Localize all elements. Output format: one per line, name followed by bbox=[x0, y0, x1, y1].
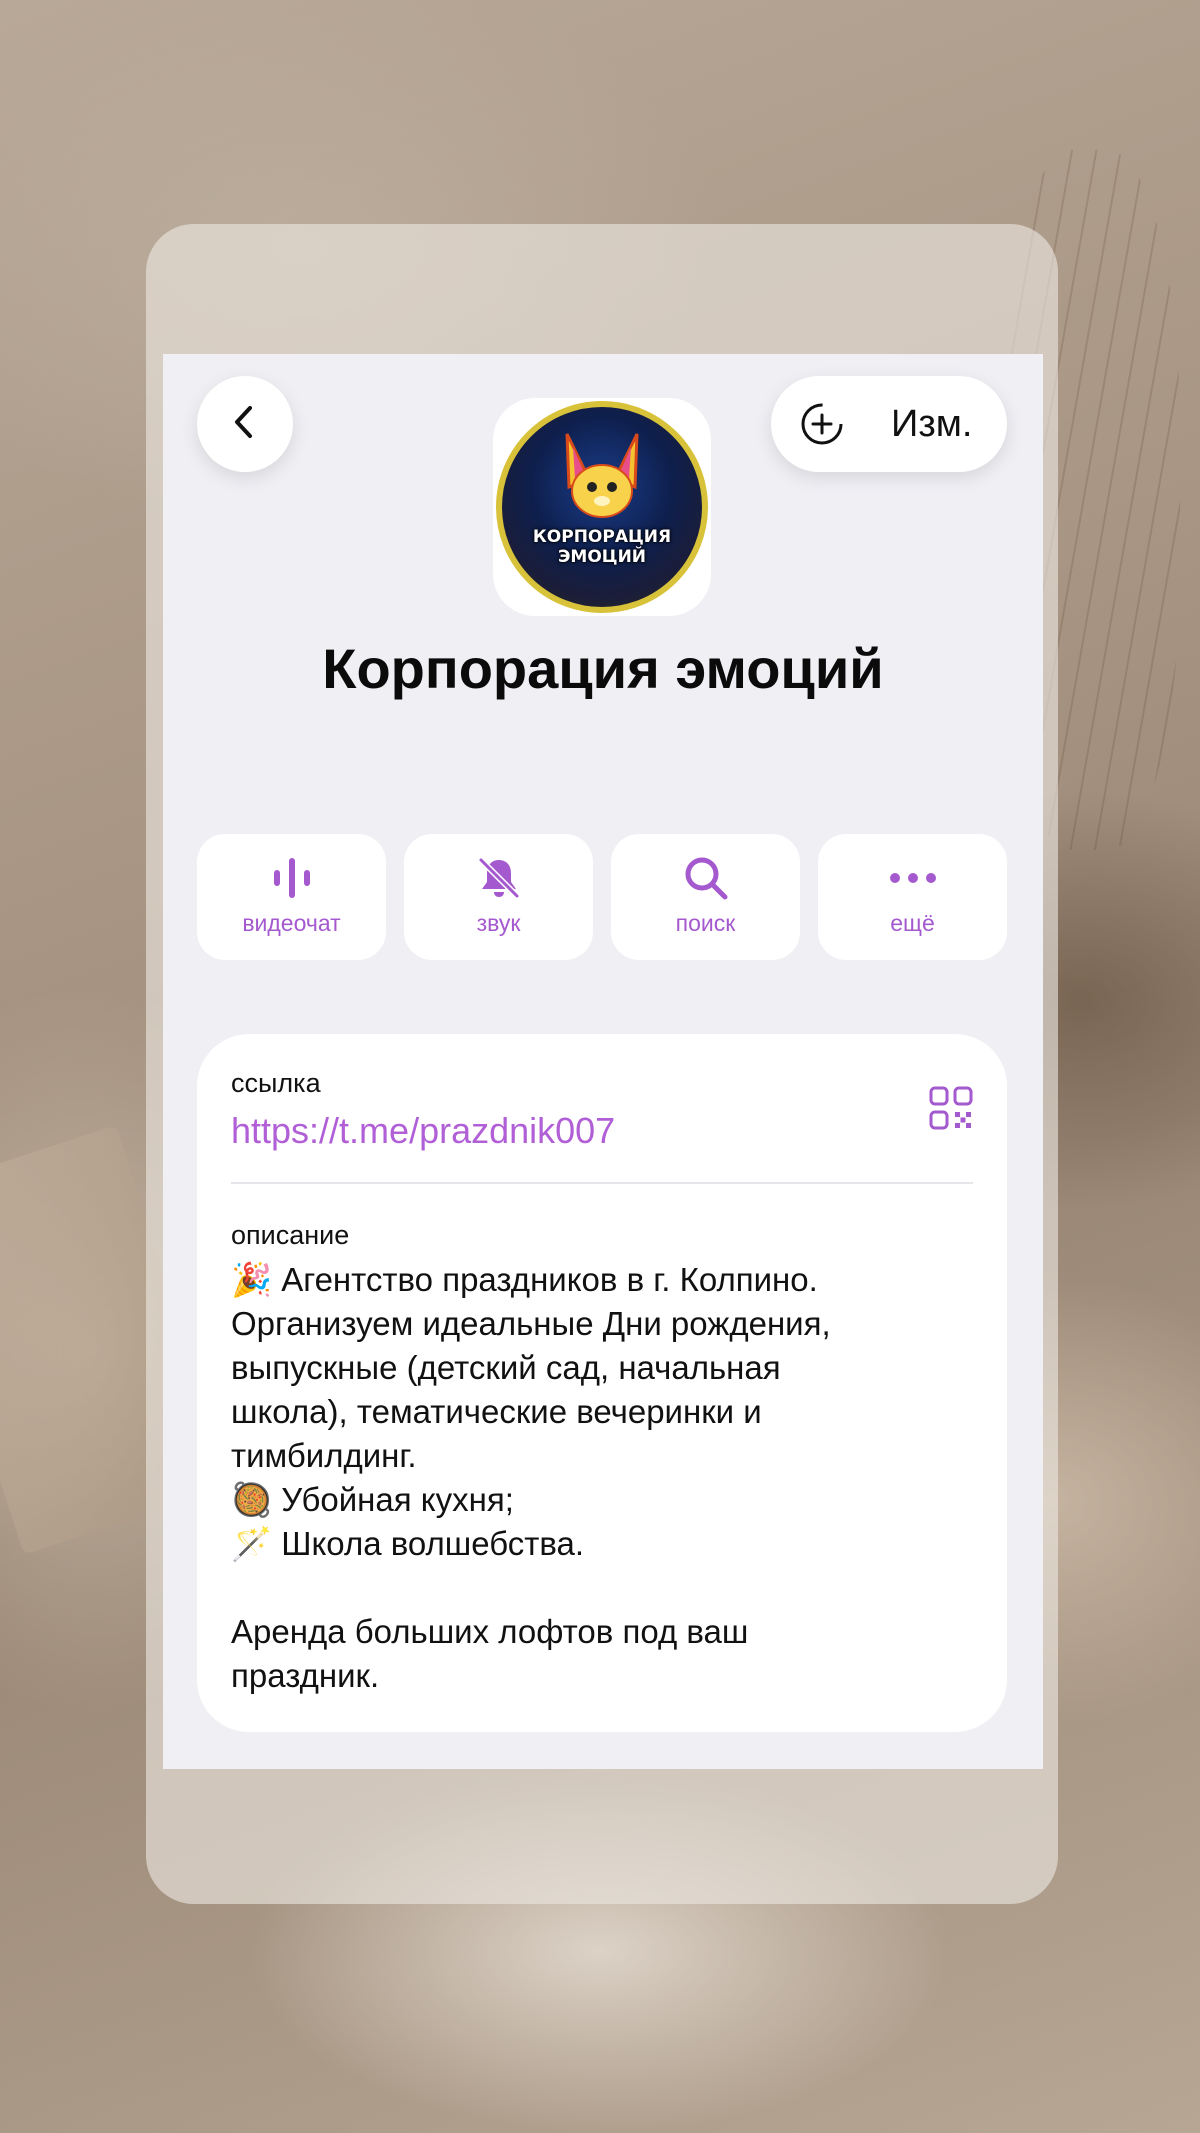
back-button[interactable] bbox=[197, 376, 293, 472]
qr-code-icon[interactable] bbox=[929, 1086, 973, 1130]
bell-muted-icon bbox=[475, 852, 523, 904]
description-line: праздник. bbox=[231, 1657, 380, 1694]
add-circle-icon bbox=[797, 399, 847, 449]
search-label: поиск bbox=[675, 910, 736, 936]
fox-mascot-icon bbox=[565, 433, 639, 518]
more-button[interactable]: ещё bbox=[818, 834, 1007, 960]
channel-avatar[interactable]: КОРПОРАЦИЯ ЭМОЦИЙ bbox=[493, 398, 711, 616]
search-icon bbox=[682, 852, 730, 904]
description-line: 🪄 Школа волшебства. bbox=[231, 1525, 585, 1562]
chevron-left-icon bbox=[225, 402, 265, 446]
channel-logo: КОРПОРАЦИЯ ЭМОЦИЙ bbox=[496, 401, 708, 613]
mute-button[interactable]: звук bbox=[404, 834, 593, 960]
description-line: выпускные (детский сад, начальная bbox=[231, 1349, 781, 1386]
logo-lettering: КОРПОРАЦИЯ ЭМОЦИЙ bbox=[532, 527, 672, 567]
description-line: 🥘 Убойная кухня; bbox=[231, 1481, 514, 1518]
description-line: Организуем идеальные Дни рождения, bbox=[231, 1305, 831, 1342]
action-bar: видеочат звук поиск ещё bbox=[197, 834, 1007, 960]
description-line: Аренда больших лофтов под ваш bbox=[231, 1613, 749, 1650]
description-line: школа), тематические вечеринки и bbox=[231, 1393, 762, 1430]
divider bbox=[231, 1182, 973, 1184]
search-button[interactable]: поиск bbox=[611, 834, 800, 960]
description-label: описание bbox=[231, 1220, 350, 1250]
channel-description: 🎉 Агентство праздников в г. Колпино. Орг… bbox=[231, 1258, 981, 1698]
channel-profile-screen: КОРПОРАЦИЯ ЭМОЦИЙ Изм. Корпорация эмоций … bbox=[163, 354, 1043, 1769]
info-card: ссылка https://t.me/prazdnik007 описание… bbox=[197, 1034, 1007, 1732]
edit-button[interactable]: Изм. bbox=[771, 376, 1007, 472]
voice-chat-icon bbox=[268, 852, 316, 904]
videochat-button[interactable]: видеочат bbox=[197, 834, 386, 960]
more-dots-icon bbox=[887, 852, 939, 904]
link-label: ссылка bbox=[231, 1068, 321, 1098]
mute-label: звук bbox=[476, 910, 521, 936]
channel-link[interactable]: https://t.me/prazdnik007 bbox=[231, 1110, 615, 1152]
description-line: тимбилдинг. bbox=[231, 1437, 417, 1474]
videochat-label: видеочат bbox=[242, 910, 341, 936]
more-label: ещё bbox=[890, 910, 935, 936]
edit-label: Изм. bbox=[891, 402, 973, 445]
description-line: 🎉 Агентство праздников в г. Колпино. bbox=[231, 1261, 818, 1298]
description-line bbox=[231, 1566, 981, 1610]
channel-title: Корпорация эмоций bbox=[322, 637, 884, 700]
